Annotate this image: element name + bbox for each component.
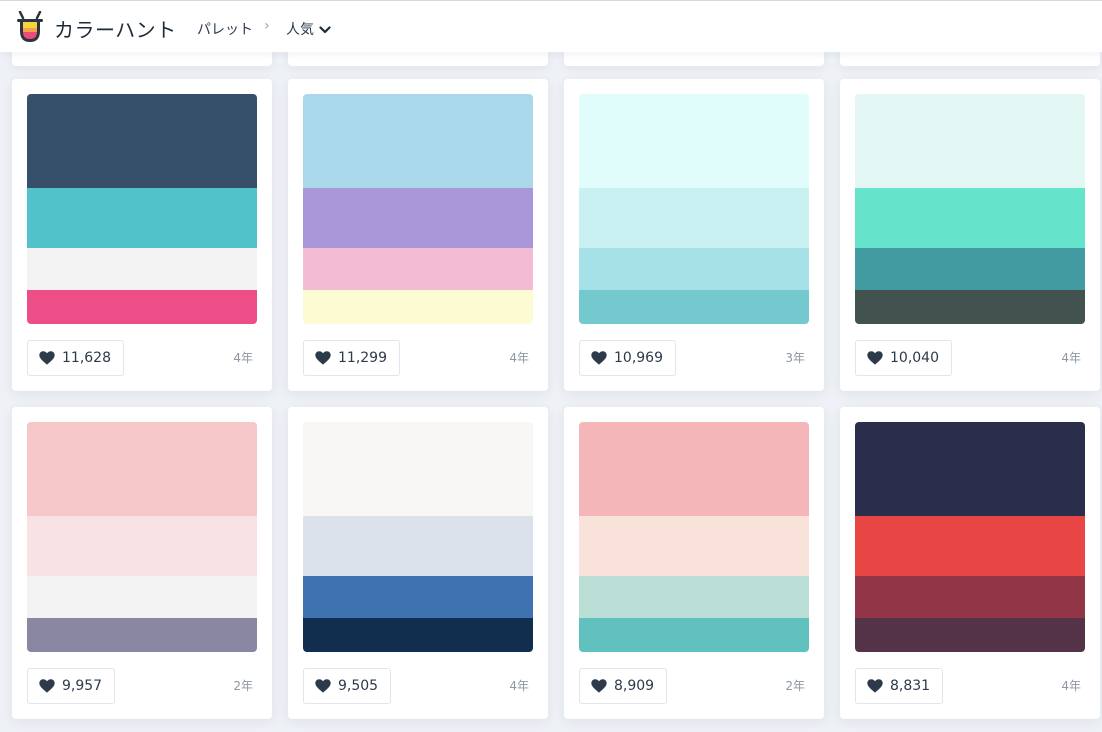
color-palette[interactable] [303,422,533,652]
color-swatch[interactable] [303,422,533,516]
color-swatch[interactable] [27,576,257,618]
color-swatch[interactable] [303,516,533,576]
palette-age: 2年 [785,679,805,693]
heart-icon [39,351,55,365]
color-swatch[interactable] [27,422,257,516]
heart-icon [867,351,883,365]
like-button[interactable]: 8,831 [855,668,944,704]
palette-card: 11,299 4年 [288,79,548,391]
like-button[interactable]: 11,299 [303,340,400,376]
like-count: 8,831 [890,678,931,694]
palette-age: 4年 [509,679,529,693]
heart-icon [315,679,331,693]
palette-card: 8,831 4年 [840,407,1100,719]
like-count: 10,969 [614,350,663,366]
heart-icon [315,351,331,365]
color-swatch[interactable] [27,618,257,652]
like-button[interactable]: 10,969 [579,340,676,376]
palette-card: 10,969 3年 [564,79,824,391]
color-swatch[interactable] [303,94,533,188]
color-swatch[interactable] [579,422,809,516]
heart-icon [591,679,607,693]
color-swatch[interactable] [855,576,1085,618]
color-swatch[interactable] [579,188,809,248]
color-swatch[interactable] [27,516,257,576]
color-swatch[interactable] [579,248,809,290]
color-swatch[interactable] [303,188,533,248]
color-swatch[interactable] [27,188,257,248]
palette-card: 8,909 2年 [564,407,824,719]
color-palette[interactable] [27,94,257,324]
color-swatch[interactable] [579,290,809,324]
color-swatch[interactable] [303,290,533,324]
color-swatch[interactable] [303,576,533,618]
color-swatch[interactable] [579,516,809,576]
breadcrumb-separator: › [264,18,270,34]
color-swatch[interactable] [855,188,1085,248]
sort-dropdown[interactable]: 人気 [286,19,331,39]
palette-age: 3年 [785,351,805,365]
palette-age: 4年 [509,351,529,365]
color-swatch[interactable] [27,94,257,188]
like-button[interactable]: 9,505 [303,668,392,704]
palette-age: 4年 [233,351,253,365]
color-palette[interactable] [27,422,257,652]
like-count: 11,628 [62,350,111,366]
color-swatch[interactable] [855,516,1085,576]
color-swatch[interactable] [855,422,1085,516]
sort-dropdown-label: 人気 [286,22,314,38]
color-palette[interactable] [579,94,809,324]
like-button[interactable]: 11,628 [27,340,124,376]
color-swatch[interactable] [855,94,1085,188]
color-swatch[interactable] [855,618,1085,652]
palette-card: 9,957 2年 [12,407,272,719]
palette-age: 2年 [233,679,253,693]
color-palette[interactable] [303,94,533,324]
color-swatch[interactable] [579,576,809,618]
like-count: 8,909 [614,678,655,694]
color-swatch[interactable] [303,248,533,290]
color-swatch[interactable] [855,248,1085,290]
color-swatch[interactable] [303,618,533,652]
breadcrumb-palette-link[interactable]: パレット [197,19,253,39]
like-button[interactable]: 10,040 [855,340,952,376]
app-title[interactable]: カラーハント [54,14,177,43]
color-swatch[interactable] [855,290,1085,324]
chevron-down-icon [319,25,331,33]
app-logo-icon[interactable] [14,11,46,45]
color-swatch[interactable] [579,618,809,652]
like-button[interactable]: 9,957 [27,668,116,704]
palette-age: 4年 [1061,679,1081,693]
heart-icon [39,679,55,693]
color-palette[interactable] [579,422,809,652]
like-button[interactable]: 8,909 [579,668,668,704]
like-count: 11,299 [338,350,387,366]
color-swatch[interactable] [579,94,809,188]
like-count: 9,505 [338,678,379,694]
heart-icon [867,679,883,693]
palette-age: 4年 [1061,351,1081,365]
color-swatch[interactable] [27,290,257,324]
color-swatch[interactable] [27,248,257,290]
palette-card: 9,505 4年 [288,407,548,719]
top-bar: カラーハント パレット › 人気 [0,0,1102,52]
color-palette[interactable] [855,94,1085,324]
palette-card: 11,628 4年 [12,79,272,391]
palette-card: 10,040 4年 [840,79,1100,391]
like-count: 10,040 [890,350,939,366]
like-count: 9,957 [62,678,103,694]
heart-icon [591,351,607,365]
color-palette[interactable] [855,422,1085,652]
